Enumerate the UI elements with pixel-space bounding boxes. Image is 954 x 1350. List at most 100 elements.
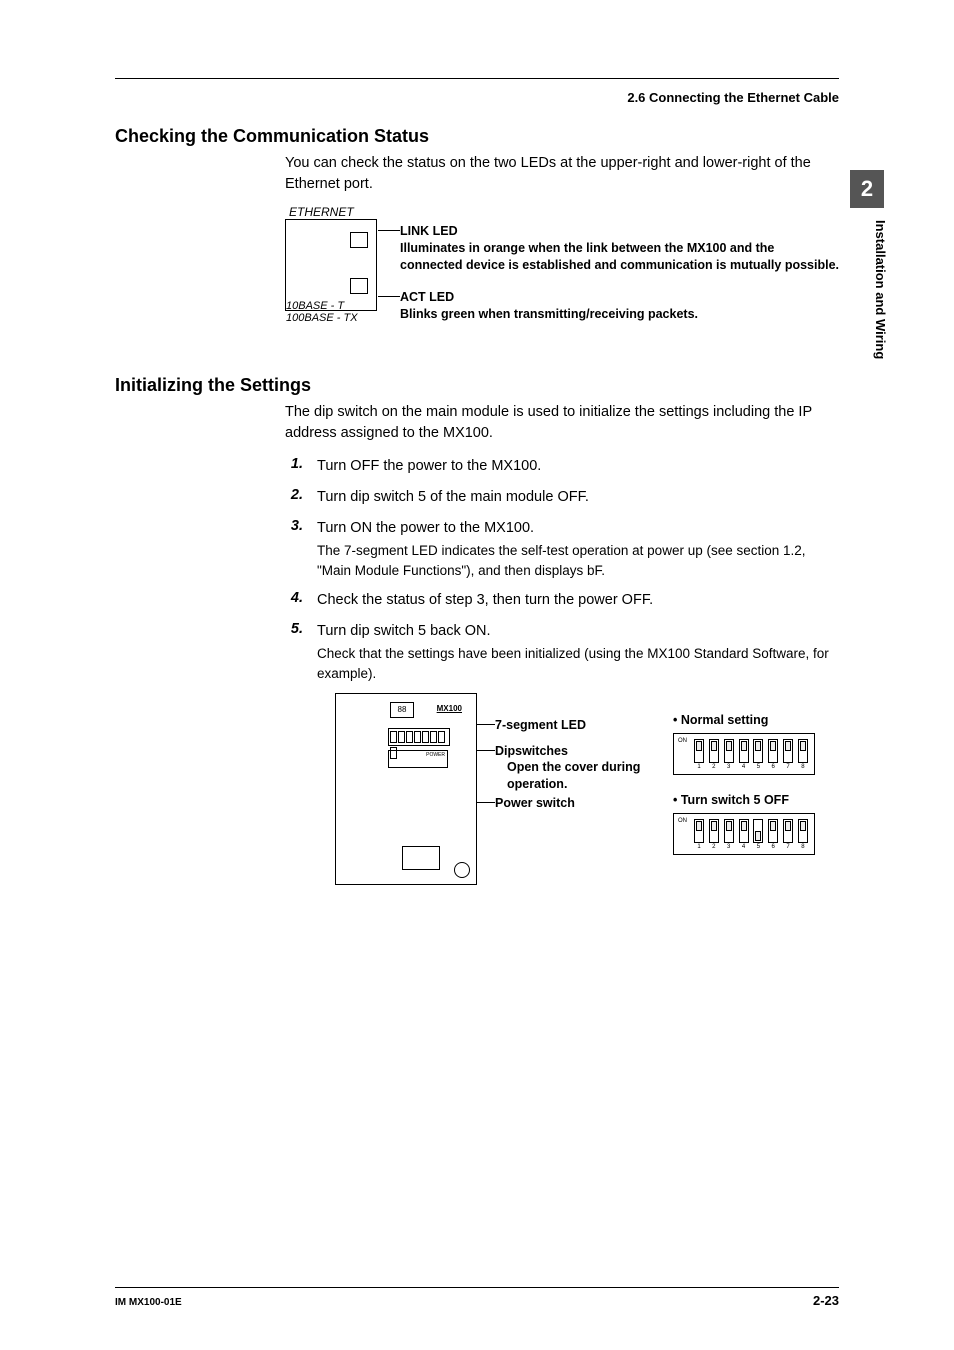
dip-switch-number: 4 <box>742 844 745 850</box>
terminal-block-icon <box>402 846 440 870</box>
dip-slot: 2 <box>709 739 719 770</box>
dip-slot: 6 <box>768 819 778 850</box>
dip-switch-number: 1 <box>697 844 700 850</box>
dip-switch-number: 2 <box>712 764 715 770</box>
dip-diagram-sw5off: ON 1 2 3 4 5 6 7 8 <box>673 813 815 855</box>
dip-slot: 3 <box>724 819 734 850</box>
list-item: 2. Turn dip switch 5 of the main module O… <box>285 487 839 508</box>
footer-page-number: 2-23 <box>813 1293 839 1308</box>
leader-line-icon <box>378 296 400 297</box>
ethernet-port-sublabels: 10BASE - T 100BASE - TX <box>286 300 358 324</box>
dip-slot: 6 <box>768 739 778 770</box>
dip-switch-icon <box>783 739 793 763</box>
step-text: Check the status of step 3, then turn th… <box>317 590 839 611</box>
step-number: 5. <box>285 621 303 637</box>
footer-rule <box>115 1287 839 1288</box>
module-diagram-area: MX100 88 POWER 7-segment LED Dipswitches… <box>335 693 839 903</box>
dip-switch-number: 5 <box>757 764 760 770</box>
port-sublabel-100base: 100BASE - TX <box>286 312 358 324</box>
dip-switch-number: 7 <box>786 764 789 770</box>
callout-link-led: LINK LED Illuminates in orange when the … <box>400 223 840 274</box>
dip-slot: 5 <box>753 739 763 770</box>
list-item: 3.Turn ON the power to the MX100.The 7-s… <box>285 518 839 580</box>
on-label: ON <box>678 738 687 744</box>
step-subtext: Check that the settings have been initia… <box>317 644 839 683</box>
section-heading-comm-status: Checking the Communication Status <box>115 126 839 147</box>
dip-switch-icon <box>798 739 808 763</box>
step-number: 3. <box>285 518 303 534</box>
dip-switch-number: 6 <box>772 764 775 770</box>
dip-switch-icon <box>768 739 778 763</box>
normal-setting-title: • Normal setting <box>673 713 893 727</box>
list-item: 5.Turn dip switch 5 back ON.Check that t… <box>285 621 839 683</box>
side-tab-chapter: 2 <box>850 170 884 208</box>
side-index-label: Installation and Wiring <box>873 220 888 359</box>
callout-act-led: ACT LED Blinks green when transmitting/r… <box>400 289 840 323</box>
steps-list: 1.Turn OFF the power to the MX100.2.Turn… <box>285 456 839 683</box>
step-number: 4. <box>285 590 303 606</box>
link-led-body: Illuminates in orange when the link betw… <box>400 240 840 274</box>
section2-intro: The dip switch on the main module is use… <box>285 402 839 444</box>
link-led-title: LINK LED <box>400 223 840 240</box>
dip-slot: 1 <box>694 819 704 850</box>
dip-switch-icon <box>753 739 763 763</box>
dip-slot: 7 <box>783 739 793 770</box>
step-number: 2. <box>285 487 303 503</box>
main-module-illustration: MX100 88 POWER <box>335 693 477 885</box>
dip-switch-icon <box>768 819 778 843</box>
dip-switch-icon <box>694 819 704 843</box>
leader-line-icon <box>477 750 495 751</box>
dipswitch-states-column: • Normal setting ON 12345678 • Turn swit… <box>673 713 893 873</box>
ethernet-port-label: ETHERNET <box>289 205 354 219</box>
dip-switch-number: 7 <box>786 844 789 850</box>
dip-switch-icon <box>798 819 808 843</box>
ethernet-port-figure: ETHERNET 10BASE - T 100BASE - TX LINK LE… <box>285 205 839 355</box>
callout-7segment-text: 7-segment LED <box>495 718 586 732</box>
act-led-body: Blinks green when transmitting/receiving… <box>400 306 840 323</box>
dip-slot: 1 <box>694 739 704 770</box>
leader-line-icon <box>378 230 400 231</box>
dip-switch-number: 8 <box>801 844 804 850</box>
dip-switch-number: 5 <box>757 844 760 850</box>
dip-switch-icon <box>724 739 734 763</box>
dip-switch-icon <box>724 819 734 843</box>
leader-line-icon <box>477 724 495 725</box>
dip-switch-number: 8 <box>801 764 804 770</box>
dip-slot: 8 <box>798 739 808 770</box>
running-head: 2.6 Connecting the Ethernet Cable <box>627 90 839 105</box>
dip-slot: 2 <box>709 819 719 850</box>
dip-switch-number: 3 <box>727 844 730 850</box>
ethernet-port-icon: 10BASE - T 100BASE - TX <box>285 219 377 311</box>
footer-doc-id: IM MX100-01E <box>115 1297 182 1308</box>
dip-slot: 7 <box>783 819 793 850</box>
callout-7segment: 7-segment LED <box>495 717 586 733</box>
dip-switch-number: 4 <box>742 764 745 770</box>
dip-slot: 5 <box>753 819 763 850</box>
module-model-label: MX100 <box>437 704 462 713</box>
dip-switch-number: 2 <box>712 844 715 850</box>
leader-line-icon <box>477 802 495 803</box>
step-number: 1. <box>285 456 303 472</box>
dip-switch-number: 3 <box>727 764 730 770</box>
dip-slot: 8 <box>798 819 808 850</box>
seven-segment-icon: 88 <box>390 702 414 718</box>
dipswitch-icon <box>388 728 450 746</box>
step-text: Turn dip switch 5 of the main module OFF… <box>317 487 839 508</box>
dip-switch-icon <box>709 819 719 843</box>
dip-switch-icon <box>753 819 763 843</box>
dip-diagram-normal: ON 1 2 3 4 5 6 7 8 <box>673 733 815 775</box>
callout-dipswitch-text: Dipswitches <box>495 744 568 758</box>
dip-switch-icon <box>694 739 704 763</box>
dip-switch-icon <box>739 739 749 763</box>
act-led-title: ACT LED <box>400 289 840 306</box>
on-label: ON <box>678 818 687 824</box>
callout-power-switch: Power switch <box>495 795 575 811</box>
dip-slot: 4 <box>739 819 749 850</box>
section-heading-init-settings: Initializing the Settings <box>115 375 839 396</box>
dip-slot: 3 <box>724 739 734 770</box>
callout-power-switch-text: Power switch <box>495 796 575 810</box>
ground-terminal-icon <box>454 862 470 878</box>
port-sublabel-10base: 10BASE - T <box>286 300 358 312</box>
dip-switch-icon <box>709 739 719 763</box>
callout-dipswitch-sub: Open the cover during operation. <box>507 759 667 792</box>
